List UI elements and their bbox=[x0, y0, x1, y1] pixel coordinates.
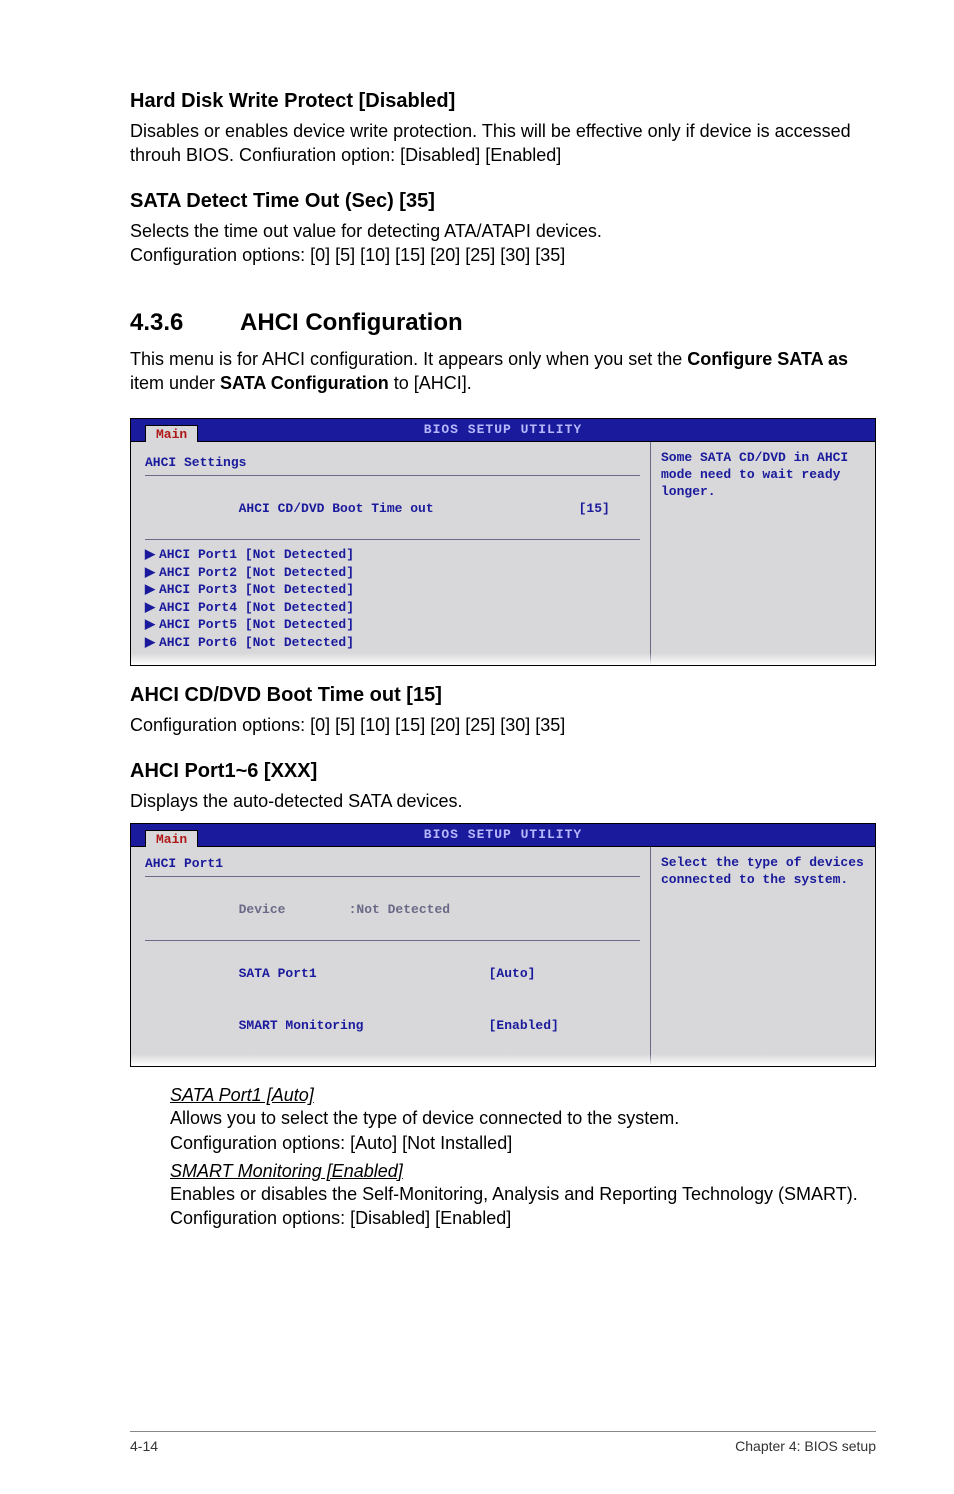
bios-port-label: AHCI Port5 [Not Detected] bbox=[159, 617, 354, 632]
bios-port-row[interactable]: ▶AHCI Port5 [Not Detected] bbox=[145, 616, 640, 634]
bios-row-label: SATA Port1 bbox=[239, 965, 489, 983]
triangle-right-icon: ▶ bbox=[145, 546, 159, 564]
bios-help-panel: Some SATA CD/DVD in AHCI mode need to wa… bbox=[651, 442, 875, 665]
section-intro: This menu is for AHCI configuration. It … bbox=[130, 347, 876, 396]
body-sata-line2: Configuration options: [0] [5] [10] [15]… bbox=[130, 245, 565, 265]
bios-port-label: AHCI Port1 [Not Detected] bbox=[159, 547, 354, 562]
bios-row-sata-port1[interactable]: SATA Port1[Auto] bbox=[145, 947, 640, 1000]
bios-tab-main[interactable]: Main bbox=[145, 425, 198, 442]
bios-row-value: [Auto] bbox=[489, 965, 536, 983]
section-number: 4.3.6 bbox=[130, 309, 240, 337]
bios-row-value: [Enabled] bbox=[489, 1017, 559, 1035]
bios-screenshot-ahci-settings: BIOS SETUP UTILITY Main AHCI Settings AH… bbox=[130, 418, 876, 666]
sub-heading-smart-monitoring: SMART Monitoring [Enabled] bbox=[170, 1161, 876, 1182]
intro-bold2: SATA Configuration bbox=[220, 373, 389, 393]
bios-divider bbox=[145, 539, 640, 540]
bios-row-smart-monitoring[interactable]: SMART Monitoring[Enabled] bbox=[145, 1000, 640, 1053]
section-title: AHCI Configuration bbox=[240, 309, 463, 336]
bios-row-boot-timeout[interactable]: AHCI CD/DVD Boot Time out [15] bbox=[145, 482, 640, 535]
intro-mid: item under bbox=[130, 373, 220, 393]
bios-tab-main[interactable]: Main bbox=[145, 830, 198, 847]
bios-device-value: :Not Detected bbox=[349, 902, 450, 917]
intro-post: to [AHCI]. bbox=[389, 373, 472, 393]
bios-port-row[interactable]: ▶AHCI Port1 [Not Detected] bbox=[145, 546, 640, 564]
bios-frame-title: AHCI Port1 bbox=[145, 855, 640, 873]
sub-heading-sata-port1: SATA Port1 [Auto] bbox=[170, 1085, 876, 1106]
bios-titlebar: BIOS SETUP UTILITY Main bbox=[131, 419, 875, 442]
section-heading-ahci-config: 4.3.6AHCI Configuration bbox=[130, 309, 876, 337]
bios-port-label: AHCI Port4 [Not Detected] bbox=[159, 600, 354, 615]
intro-pre: This menu is for AHCI configuration. It … bbox=[130, 349, 687, 369]
page-footer: 4-14 Chapter 4: BIOS setup bbox=[130, 1431, 876, 1454]
intro-bold1: Configure SATA as bbox=[687, 349, 848, 369]
sub-body-sata-port1: Allows you to select the type of device … bbox=[170, 1106, 876, 1155]
triangle-right-icon: ▶ bbox=[145, 564, 159, 582]
body-sata-line1: Selects the time out value for detecting… bbox=[130, 221, 602, 241]
heading-ahci-boot-timeout: AHCI CD/DVD Boot Time out [15] bbox=[130, 684, 876, 707]
triangle-right-icon: ▶ bbox=[145, 581, 159, 599]
bios-device-label: Device bbox=[239, 901, 349, 919]
bios-port-label: AHCI Port3 [Not Detected] bbox=[159, 582, 354, 597]
body-sata-detect-timeout: Selects the time out value for detecting… bbox=[130, 219, 876, 268]
bios-utility-title: BIOS SETUP UTILITY bbox=[424, 422, 582, 437]
sub-line1: Enables or disables the Self-Monitoring,… bbox=[170, 1184, 858, 1228]
bios-divider bbox=[145, 940, 640, 941]
heading-sata-detect-timeout: SATA Detect Time Out (Sec) [35] bbox=[130, 190, 876, 213]
body-hard-disk-write-protect: Disables or enables device write protect… bbox=[130, 119, 876, 168]
bios-row-device: Device:Not Detected bbox=[145, 883, 640, 936]
bios-row-label: SMART Monitoring bbox=[239, 1017, 489, 1035]
bios-port-row[interactable]: ▶AHCI Port4 [Not Detected] bbox=[145, 599, 640, 617]
heading-ahci-port-range: AHCI Port1~6 [XXX] bbox=[130, 760, 876, 783]
bios-help-panel: Select the type of devices connected to … bbox=[651, 847, 875, 1066]
bios-row-label: AHCI CD/DVD Boot Time out bbox=[239, 500, 489, 518]
body-ahci-port-range: Displays the auto-detected SATA devices. bbox=[130, 789, 876, 813]
bios-port-row[interactable]: ▶AHCI Port2 [Not Detected] bbox=[145, 564, 640, 582]
sub-line2: Configuration options: [Auto] [Not Insta… bbox=[170, 1133, 512, 1153]
bios-port-label: AHCI Port2 [Not Detected] bbox=[159, 565, 354, 580]
bios-divider bbox=[145, 475, 640, 476]
footer-page-number: 4-14 bbox=[130, 1438, 158, 1454]
body-ahci-boot-timeout: Configuration options: [0] [5] [10] [15]… bbox=[130, 713, 876, 737]
triangle-right-icon: ▶ bbox=[145, 616, 159, 634]
bios-port-label: AHCI Port6 [Not Detected] bbox=[159, 635, 354, 650]
sub-body-smart-monitoring: Enables or disables the Self-Monitoring,… bbox=[170, 1182, 876, 1231]
footer-chapter: Chapter 4: BIOS setup bbox=[735, 1438, 876, 1454]
triangle-right-icon: ▶ bbox=[145, 599, 159, 617]
bios-frame-title: AHCI Settings bbox=[145, 454, 640, 472]
sub-line1: Allows you to select the type of device … bbox=[170, 1108, 679, 1128]
bios-port-row[interactable]: ▶AHCI Port3 [Not Detected] bbox=[145, 581, 640, 599]
bios-row-value: [15] bbox=[579, 500, 610, 518]
bios-divider bbox=[145, 876, 640, 877]
bios-port-row[interactable]: ▶AHCI Port6 [Not Detected] bbox=[145, 634, 640, 652]
bios-screenshot-ahci-port1: BIOS SETUP UTILITY Main AHCI Port1 Devic… bbox=[130, 823, 876, 1067]
bios-titlebar: BIOS SETUP UTILITY Main bbox=[131, 824, 875, 847]
triangle-right-icon: ▶ bbox=[145, 634, 159, 652]
heading-hard-disk-write-protect: Hard Disk Write Protect [Disabled] bbox=[130, 90, 876, 113]
bios-utility-title: BIOS SETUP UTILITY bbox=[424, 827, 582, 842]
